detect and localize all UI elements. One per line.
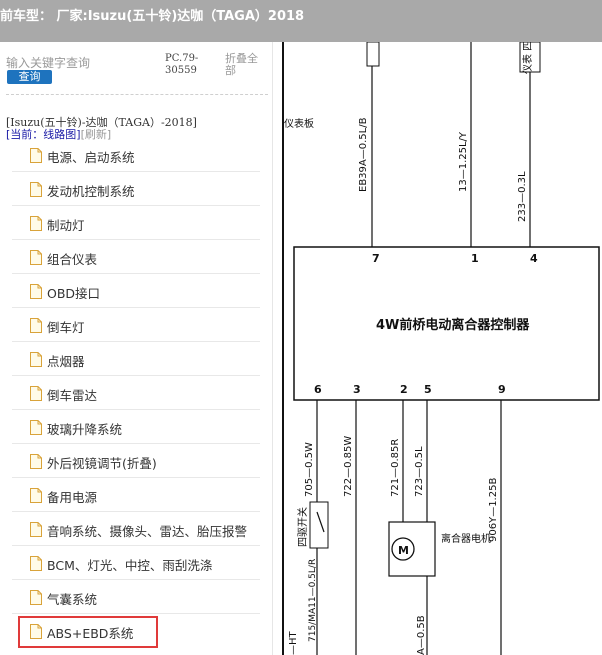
system-tree: 电源、启动系统 发动机控制系统 制动灯组合仪表 OBD接口倒车灯点烟器倒车雷达玻璃升降… xyxy=(0,138,272,648)
document-icon xyxy=(30,556,42,571)
splitter[interactable] xyxy=(272,42,282,655)
motor-label: 离合器电机 xyxy=(441,532,491,545)
wire-label-lower-1: 715/MA11—0.5L/R xyxy=(308,559,318,642)
wire-label-top-2: 13—1.25L/Y xyxy=(458,131,469,192)
divider xyxy=(6,94,268,95)
tree-item[interactable]: BCM、灯光、中控、雨刮洗涤 xyxy=(0,546,272,580)
sidebar: 查询 PC.79-30559 折叠全部 [Isuzu(五十铃)-达咖（TAGA）… xyxy=(0,42,272,655)
document-icon xyxy=(30,454,42,469)
tree-item[interactable]: 制动灯 xyxy=(0,206,272,240)
document-icon xyxy=(30,352,42,367)
tree-item[interactable]: 玻璃升降系统 xyxy=(0,410,272,444)
tree-item-label: 玻璃升降系统 xyxy=(47,422,123,437)
query-button[interactable]: 查询 xyxy=(7,70,52,84)
tree-item-label: 外后视镜调节(折叠) xyxy=(47,456,157,471)
tree-item[interactable]: 电源、启动系统 xyxy=(0,138,272,172)
tree-item-label: 制动灯 xyxy=(47,218,85,233)
4wd-switch xyxy=(309,501,329,549)
document-icon xyxy=(30,386,42,401)
pin-top-1: 1 xyxy=(471,252,479,265)
switch-label: 四驱开关 xyxy=(296,507,309,547)
tree-item[interactable]: 倒车灯 xyxy=(0,308,272,342)
highlight-box xyxy=(18,616,158,648)
wire-label-lower-3: —HT xyxy=(288,630,299,655)
controller-label: 4W前桥电动离合器控制器 xyxy=(376,317,530,333)
pin-bottom-3: 3 xyxy=(353,383,361,396)
document-icon xyxy=(30,216,42,231)
document-icon xyxy=(30,318,42,333)
tree-item[interactable]: ABS+EBD系统 xyxy=(0,614,272,648)
tree-item-label: 点烟器 xyxy=(47,354,85,369)
wire-label-lower-2: A—0.5B xyxy=(416,615,427,655)
pin-bottom-2: 2 xyxy=(400,383,408,396)
collapse-all-link[interactable]: 折叠全部 xyxy=(225,53,265,77)
document-icon xyxy=(30,420,42,435)
wire-label-bottom-2: 722—0.85W xyxy=(343,436,354,497)
document-icon xyxy=(30,590,42,605)
tree-item-label: 倒车灯 xyxy=(47,320,85,335)
pin-bottom-5: 5 xyxy=(424,383,432,396)
wire-label-top-3: 233—0.3L xyxy=(517,171,528,222)
pc-code: PC.79-30559 xyxy=(165,53,199,76)
wire-label-top-1: EB39A—0.5L/B xyxy=(358,117,369,192)
document-icon xyxy=(30,148,42,163)
window-title: 前车型： 厂家:Isuzu(五十铃)达咖（TAGA）2018 xyxy=(0,9,305,24)
top-left-label: 仪表板 xyxy=(284,117,314,130)
tree-item[interactable]: OBD接口 xyxy=(0,274,272,308)
tree-item[interactable]: 组合仪表 xyxy=(0,240,272,274)
pin-bottom-9: 9 xyxy=(498,383,506,396)
tree-item[interactable]: 倒车雷达 xyxy=(0,376,272,410)
tree-item[interactable]: 发动机控制系统 xyxy=(0,172,272,206)
top-connector xyxy=(366,42,380,67)
document-icon xyxy=(30,522,42,537)
tree-item-label: 倒车雷达 xyxy=(47,388,98,403)
document-icon xyxy=(30,182,42,197)
pin-bottom-6: 6 xyxy=(314,383,322,396)
tree-item-label: 发动机控制系统 xyxy=(47,184,135,199)
tree-item[interactable]: 气囊系统 xyxy=(0,580,272,614)
tree-item[interactable]: 备用电源 xyxy=(0,478,272,512)
tree-item-label: 电源、启动系统 xyxy=(47,150,135,165)
tree-item-label: 音响系统、摄像头、雷达、胎压报警 xyxy=(47,524,248,539)
wire-label-bottom-5: 906Y—1.25B xyxy=(488,478,499,542)
wire-label-bottom-1: 705—0.5W xyxy=(304,442,315,497)
pin-top-7: 7 xyxy=(372,252,380,265)
wire-label-bottom-4: 723—0.5L xyxy=(414,446,425,497)
document-icon xyxy=(30,250,42,265)
wiring-diagram[interactable]: 仪表板 仪表 四驱 EB39A—0.5L/B 13—1.25L/Y 233—0.… xyxy=(282,42,602,655)
motor-symbol: M xyxy=(398,544,409,557)
document-icon xyxy=(30,488,42,503)
wire-label-bottom-3: 721—0.85R xyxy=(390,439,401,497)
tree-item[interactable]: 外后视镜调节(折叠) xyxy=(0,444,272,478)
tree-item[interactable]: 音响系统、摄像头、雷达、胎压报警 xyxy=(0,512,272,546)
pin-top-4: 4 xyxy=(530,252,538,265)
document-icon xyxy=(30,284,42,299)
tree-item[interactable]: 点烟器 xyxy=(0,342,272,376)
wiring-diagram-svg: 仪表板 仪表 四驱 EB39A—0.5L/B 13—1.25L/Y 233—0.… xyxy=(284,42,600,655)
top-right-label: 仪表 四驱 xyxy=(521,42,534,74)
title-bar: 前车型： 厂家:Isuzu(五十铃)达咖（TAGA）2018 xyxy=(0,0,602,42)
tree-item-label: 备用电源 xyxy=(47,490,98,505)
tree-item-label: BCM、灯光、中控、雨刮洗涤 xyxy=(47,558,213,573)
tree-item-label: OBD接口 xyxy=(47,286,101,301)
tree-item-label: 组合仪表 xyxy=(47,252,98,267)
tree-item-label: 气囊系统 xyxy=(47,592,98,607)
